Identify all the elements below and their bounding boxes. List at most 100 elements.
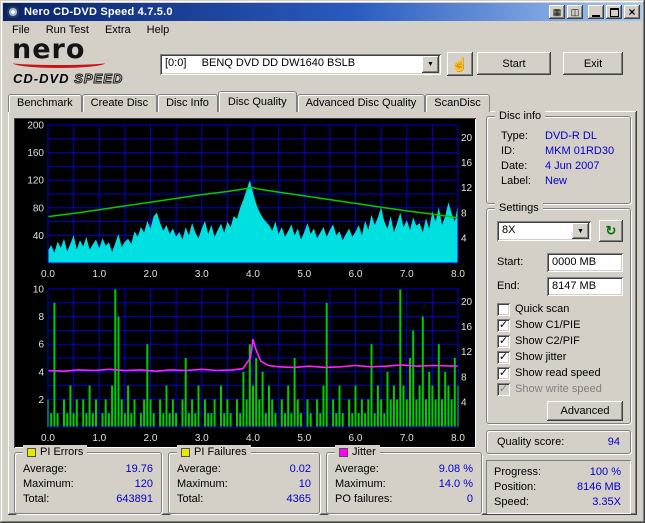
tab-benchmark[interactable]: Benchmark [8, 94, 82, 112]
stats-rows: Average: 0.02 Maximum: 10 Total: 4365 [169, 453, 319, 508]
disc-info-value: 4 Jun 2007 [545, 160, 600, 172]
checkbox-box: ✓ [497, 381, 510, 396]
stat-value: 0 [466, 493, 473, 505]
title-bar[interactable]: Nero CD-DVD Speed 4.7.5.0 ▦ ◫ × [3, 3, 642, 21]
extra-button-1[interactable]: ▦ [549, 5, 565, 19]
tab-disc-quality[interactable]: Disc Quality [217, 91, 297, 112]
close-button[interactable]: × [624, 5, 640, 19]
svg-text:7.0: 7.0 [400, 433, 414, 444]
stat-row-maximum: Maximum: 120 [23, 478, 153, 493]
stat-row-maximum: Maximum: 10 [177, 478, 311, 493]
checkbox-show-jitter[interactable]: ✓ Show jitter [497, 349, 602, 365]
checkbox-box[interactable] [497, 302, 510, 316]
disc-info-title: Disc info [495, 109, 546, 123]
svg-text:6.0: 6.0 [349, 269, 363, 280]
svg-text:4.0: 4.0 [246, 269, 260, 280]
progress-row-progress: Progress: 100 % [494, 466, 621, 481]
checkbox-box[interactable]: ✓ [497, 350, 510, 364]
menu-item-help[interactable]: Help [139, 22, 178, 38]
disc-info-label: Type: [501, 130, 528, 142]
start-button[interactable]: Start [477, 52, 551, 75]
stat-label: Average: [23, 463, 67, 475]
drive-dropdown-button[interactable]: ▼ [422, 56, 439, 73]
disc-info-value: DVD-R DL [545, 130, 597, 142]
svg-text:0.0: 0.0 [41, 433, 55, 444]
stats-title-text: PI Errors [40, 446, 84, 458]
extra-button-2[interactable]: ◫ [567, 5, 583, 19]
settings-title: Settings [495, 201, 543, 215]
checkbox-show-c1-pie[interactable]: ✓ Show C1/PIE [497, 317, 602, 333]
end-position-input[interactable]: 8147 MB [547, 277, 623, 296]
disc-info-value: New [545, 175, 568, 187]
stat-value: 10 [298, 478, 311, 490]
checkbox-show-c2-pif[interactable]: ✓ Show C2/PIF [497, 333, 602, 349]
svg-text:3.0: 3.0 [195, 433, 209, 444]
window-title: Nero CD-DVD Speed 4.7.5.0 [24, 6, 173, 18]
svg-text:80: 80 [33, 203, 45, 214]
checkbox-box[interactable]: ✓ [497, 366, 510, 380]
stat-value: 0.02 [289, 463, 311, 475]
drive-select[interactable]: [0:0] BENQ DVD DD DW1640 BSLB ▼ [160, 54, 441, 75]
maximize-button[interactable] [606, 5, 622, 19]
maximize-icon [609, 7, 619, 17]
legend-color-icon [339, 447, 348, 457]
checkbox-show-read-speed[interactable]: ✓ Show read speed [497, 365, 602, 381]
svg-text:8: 8 [461, 208, 467, 219]
tab-create-disc[interactable]: Create Disc [81, 94, 158, 112]
stats-panel-pi-errors: PI Errors Average: 19.76 Maximum: 120 Total: 6… [14, 445, 162, 514]
stat-label: Average: [177, 463, 221, 475]
refresh-button[interactable]: ↻ [599, 220, 623, 242]
svg-text:4: 4 [38, 367, 44, 378]
disc-quality-tab-page: 200 160 120 80 40 20 16 12 8 4 0.0 1.0 2.0 3.0 4.0 5.0 6… [8, 109, 637, 515]
progress-row-speed: Speed: 3.35X [494, 496, 621, 511]
disc-info-label: Label: [501, 175, 531, 187]
checkbox-box[interactable]: ✓ [497, 318, 510, 332]
disc-info-label: ID: [501, 145, 516, 157]
tab-advanced-disc-quality[interactable]: Advanced Disc Quality [296, 94, 426, 112]
eject-disc-button[interactable]: ☝ [447, 52, 473, 76]
tab-strip: Benchmark Create Disc Disc Info Disc Qualit… [8, 91, 490, 112]
svg-text:4: 4 [461, 397, 467, 408]
stats-title-pi-failures: PI Failures [177, 445, 251, 459]
quality-score-value: 94 [607, 436, 620, 448]
logo-swoosh [13, 58, 105, 68]
minimize-icon [592, 14, 600, 17]
stats-title-jitter: Jitter [335, 445, 380, 459]
speed-dropdown-button[interactable]: ▼ [572, 223, 589, 239]
advanced-button[interactable]: Advanced [547, 401, 623, 421]
exit-button[interactable]: Exit [563, 52, 623, 75]
tab-disc-info[interactable]: Disc Info [157, 94, 218, 112]
quality-score-panel: Quality score: 94 [486, 430, 631, 454]
svg-text:200: 200 [27, 121, 44, 132]
pi-failures-jitter-chart: 10 8 6 4 2 20 16 12 8 4 0.0 1.0 2.0 3.0 4.0 5.0 6.0 7.0 8.… [33, 285, 473, 445]
stat-value: 120 [134, 478, 153, 490]
progress-label: Position: [494, 481, 537, 493]
tab-scandisc[interactable]: ScanDisc [425, 94, 490, 112]
stat-row-average: Average: 19.76 [23, 463, 153, 478]
start-position-value: 0000 MB [552, 256, 597, 268]
speed-select[interactable]: 8X ▼ [497, 221, 591, 241]
progress-value: 8146 MB [576, 481, 621, 493]
disc-info-row-label: Label: New [501, 175, 630, 190]
checkbox-show-write-speed: ✓ Show write speed [497, 381, 602, 397]
disc-info-rows: Type: DVD-R DL ID: MKM 01RD30 Date: 4 Jun 200… [487, 117, 630, 190]
progress-label: Speed: [494, 496, 529, 508]
stat-value: 4365 [286, 493, 311, 505]
checkbox-quick-scan[interactable]: Quick scan [497, 301, 602, 317]
quality-score-label: Quality score: [497, 436, 565, 448]
stat-value: 643891 [116, 493, 153, 505]
checkbox-label: Show write speed [515, 383, 602, 395]
chevron-down-icon: ▼ [577, 227, 584, 235]
checkbox-box[interactable]: ✓ [497, 334, 510, 348]
start-position-input[interactable]: 0000 MB [547, 253, 623, 272]
menu-item-extra[interactable]: Extra [97, 22, 139, 38]
stat-value: 14.0 % [438, 478, 473, 490]
speed-select-value: 8X [502, 224, 516, 236]
legend-color-icon [181, 447, 190, 457]
minimize-button[interactable] [588, 5, 604, 19]
stats-rows: Average: 19.76 Maximum: 120 Total: 643891 [15, 453, 161, 508]
stats-panel-jitter: Jitter Average: 9.08 % Maximum: 14.0 % PO fai… [326, 445, 482, 514]
stats-panel-pi-failures: PI Failures Average: 0.02 Maximum: 10 Total: 4… [168, 445, 320, 514]
pi-errors-chart: 200 160 120 80 40 20 16 12 8 4 0.0 1.0 2.0 3.0 4.0 5.0 6… [27, 121, 472, 281]
close-icon: × [628, 5, 636, 19]
